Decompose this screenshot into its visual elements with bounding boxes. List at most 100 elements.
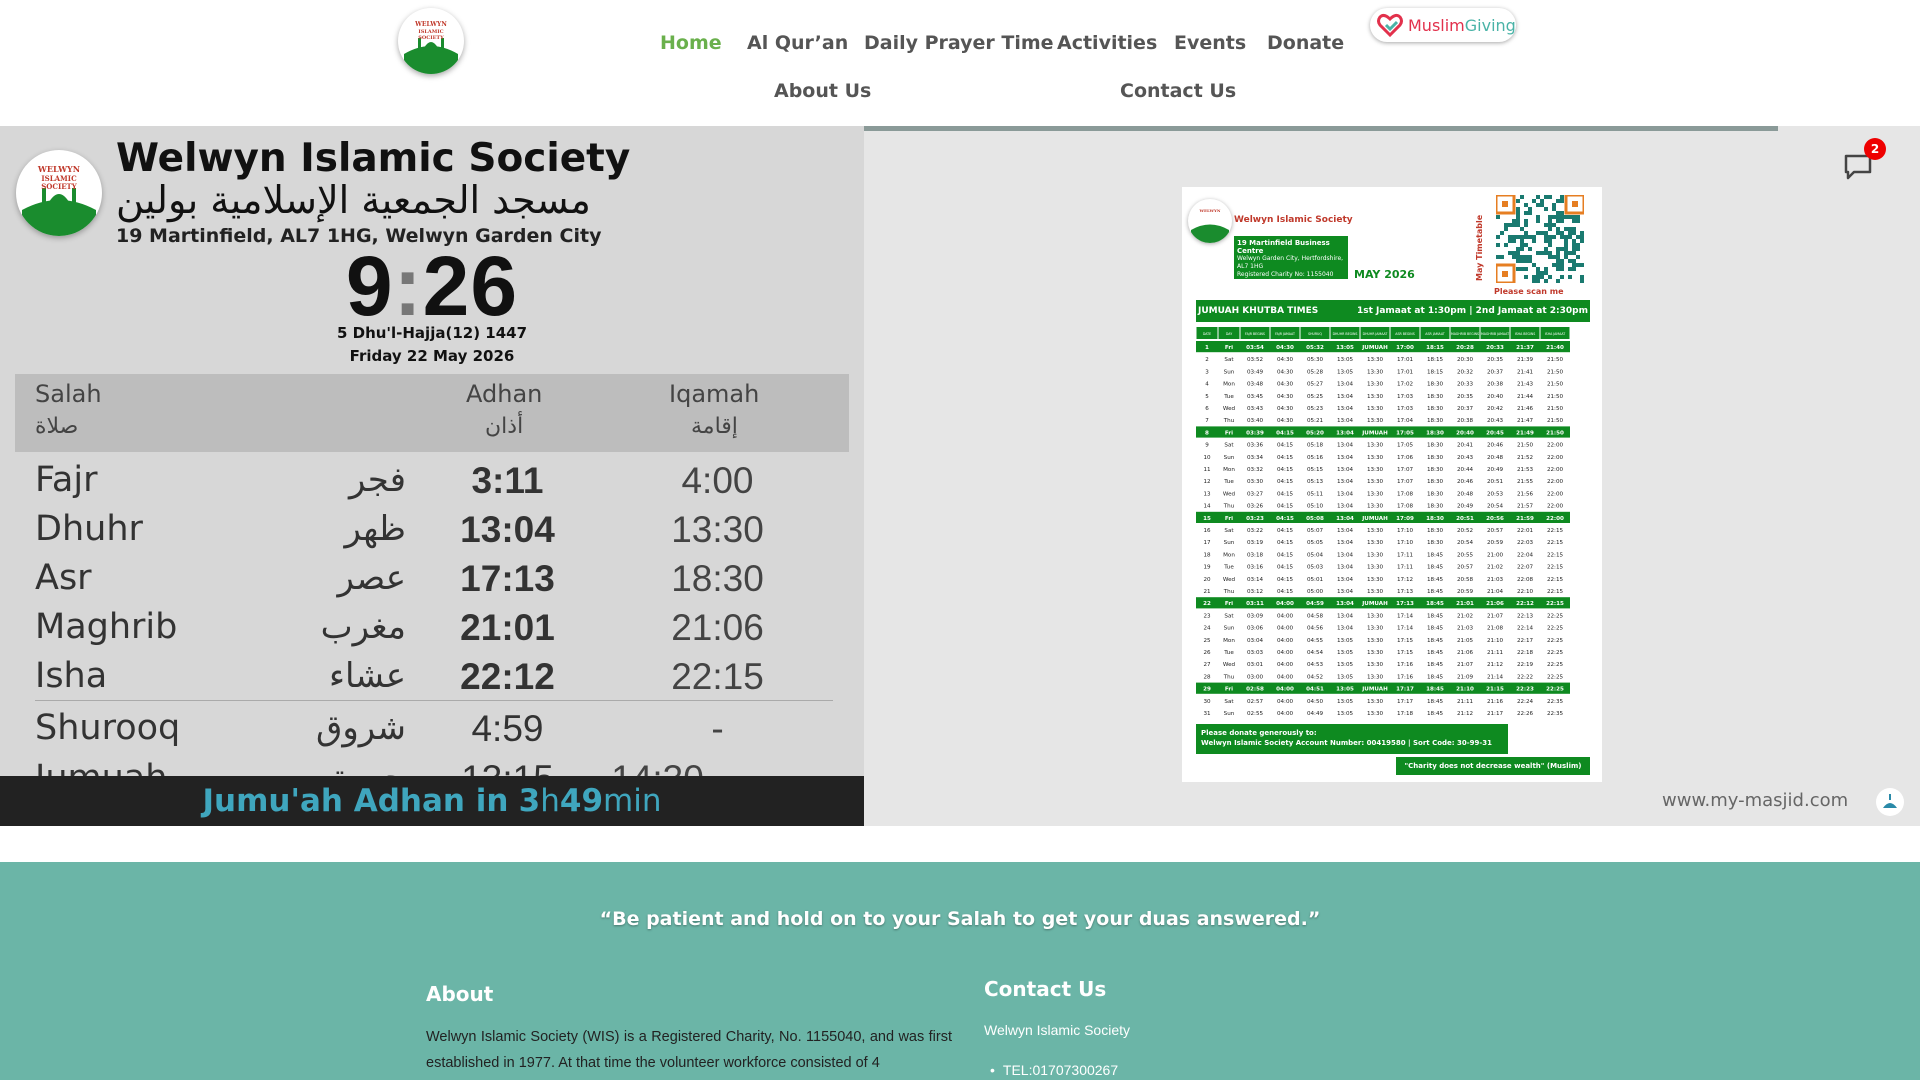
timetable-cell: Wed <box>1223 662 1236 668</box>
timetable-cell: 13:04 <box>1337 626 1354 632</box>
timetable-cell: 22:00 <box>1547 479 1564 485</box>
nav-activities[interactable]: Activities <box>1057 32 1157 54</box>
timetable-cell: 13 <box>1203 491 1211 497</box>
timetable-cell: 05:00 <box>1307 589 1324 595</box>
timetable-cell: 22:01 <box>1517 528 1534 534</box>
timetable-header-label: MAGHRIB BEGINS <box>1451 332 1479 336</box>
timetable-cell: 20:59 <box>1457 589 1474 595</box>
timetable-cell: 20:57 <box>1487 528 1504 534</box>
nav-events[interactable]: Events <box>1174 32 1246 54</box>
timetable-cell: 04:15 <box>1277 577 1294 583</box>
nav-about-us[interactable]: About Us <box>774 80 871 102</box>
timetable-cell: 21:41 <box>1517 369 1534 375</box>
adhan-time: 13:15 <box>430 758 585 776</box>
timetable-cell: 21:02 <box>1457 613 1473 619</box>
timetable-cell: 22:26 <box>1517 711 1534 717</box>
timetable-cell: 20:49 <box>1487 467 1504 473</box>
timetable-cell: 04:15 <box>1276 430 1294 436</box>
timetable-cell: Mon <box>1223 638 1235 644</box>
timetable-cell: Thu <box>1223 674 1235 680</box>
timetable-cell: 5 <box>1205 394 1209 400</box>
nav-daily-prayer-time[interactable]: Daily Prayer Time <box>864 32 1054 54</box>
timetable-cell: 18:45 <box>1427 650 1444 656</box>
adhan-time: 4:59 <box>471 708 544 749</box>
timetable-cell: 17:04 <box>1397 418 1414 424</box>
timetable-cell: 17:11 <box>1397 565 1414 571</box>
timetable-cell: 22:14 <box>1517 626 1534 632</box>
timetable-cell: 13:30 <box>1367 467 1384 473</box>
timetable-cell: 20:45 <box>1486 430 1504 436</box>
prayer-name-arabic: عشاء <box>329 656 406 696</box>
timetable-cell: 13:30 <box>1367 589 1384 595</box>
timetable-cell: 13:30 <box>1367 369 1384 375</box>
timetable-cell: 04:56 <box>1307 626 1324 632</box>
prayer-row-asr: Asr عصر 17:13 18:30 <box>0 558 864 607</box>
muslim-giving-button[interactable]: MuslimGiving <box>1370 8 1516 42</box>
gregorian-date: Friday 22 May 2026 <box>349 347 515 365</box>
timetable-cell: 18:45 <box>1427 577 1444 583</box>
timetable-cell: 05:11 <box>1307 491 1324 497</box>
timetable-cell: 03:32 <box>1247 467 1263 473</box>
timetable-cell: 13:04 <box>1337 565 1354 571</box>
timetable-cell: 05:04 <box>1307 552 1324 558</box>
contact-heading: Contact Us <box>984 977 1107 1001</box>
timetable-cell: 20:38 <box>1487 382 1504 388</box>
nav-home[interactable]: Home <box>660 32 722 54</box>
timetable-cell: 18:45 <box>1427 711 1444 717</box>
timetable-cell: 21 <box>1203 589 1211 595</box>
timetable-cell: 04:15 <box>1277 479 1294 485</box>
my-masjid-link[interactable]: www.my-masjid.com <box>1662 790 1848 811</box>
timetable-cell: 20:59 <box>1487 540 1504 546</box>
prayer-name: Maghrib <box>35 607 178 647</box>
my-masjid-logo-icon <box>1876 788 1904 816</box>
timetable-cell: 21:50 <box>1547 394 1564 400</box>
timetable-cell: 04:00 <box>1277 650 1294 656</box>
nav-contact-us[interactable]: Contact Us <box>1120 80 1236 102</box>
timetable-cell: 17:07 <box>1397 467 1414 473</box>
timetable-header-label: SHURUQ <box>1308 332 1322 336</box>
timetable-cell: 17 <box>1203 540 1211 546</box>
timetable-cell: Mon <box>1223 552 1235 558</box>
timetable-cell: 18:30 <box>1427 528 1444 534</box>
timetable-cell: 05:03 <box>1307 565 1324 571</box>
iqamah-time: 21:06 <box>671 607 764 648</box>
timetable-cell: 13:30 <box>1367 662 1384 668</box>
timetable-cell: 04:00 <box>1276 687 1294 693</box>
timetable-cell: 04:55 <box>1307 638 1324 644</box>
current-time: 9:26 <box>345 239 519 333</box>
timetable-cell: 20:38 <box>1457 418 1474 424</box>
nav-donate[interactable]: Donate <box>1267 32 1344 54</box>
timetable-cell: 13:05 <box>1337 662 1354 668</box>
timetable-cell: Sat <box>1224 699 1234 705</box>
prayer-row-shurooq: Shurooq شروق 4:59 - <box>0 708 864 757</box>
site-logo[interactable]: WELWYN ISLAMIC SOCIETY <box>398 8 464 74</box>
timetable-cell: 22:10 <box>1517 589 1534 595</box>
timetable-cell: 16 <box>1203 528 1211 534</box>
prayer-times-panel: WELWYN ISLAMIC SOCIETY Welwyn Islamic So… <box>0 126 864 776</box>
timetable-cell: 05:16 <box>1307 455 1324 461</box>
timetable-cell: 13:04 <box>1337 455 1354 461</box>
timetable-cell: 21:09 <box>1457 674 1474 680</box>
contact-telephone[interactable]: TEL:01707300267 <box>990 1062 1118 1078</box>
timetable-cell: 05:01 <box>1307 577 1324 583</box>
timetable-cell: 17:10 <box>1397 540 1414 546</box>
timetable-cell: 04:00 <box>1277 699 1294 705</box>
timetable-cell: 13:05 <box>1337 369 1354 375</box>
timetable-cell: 21:11 <box>1487 650 1504 656</box>
timetable-cell: 22:22 <box>1517 674 1533 680</box>
prayer-row-jumuah: Jumuah جمعة 13:15 14:30 <box>0 758 864 776</box>
timetable-cell: 15 <box>1203 516 1211 522</box>
timetable-cell: 20:40 <box>1487 394 1504 400</box>
timetable-cell: 3 <box>1205 369 1209 375</box>
timetable-cell: 04:00 <box>1277 613 1294 619</box>
timetable-cell: 04:15 <box>1277 491 1294 497</box>
timetable-cell: 22:03 <box>1517 540 1534 546</box>
timetable-cell: JUMUAH <box>1361 601 1388 607</box>
timetable-cell: Sun <box>1224 369 1235 375</box>
timetable-cell: 03:11 <box>1246 601 1264 607</box>
timetable-cell: 22:00 <box>1546 516 1564 522</box>
timetable-cell: 18:30 <box>1427 504 1444 510</box>
timetable-cell: 17:12 <box>1397 577 1413 583</box>
nav-al-quran[interactable]: Al Qur’an <box>747 32 848 54</box>
timetable-cell: 18:45 <box>1427 613 1444 619</box>
